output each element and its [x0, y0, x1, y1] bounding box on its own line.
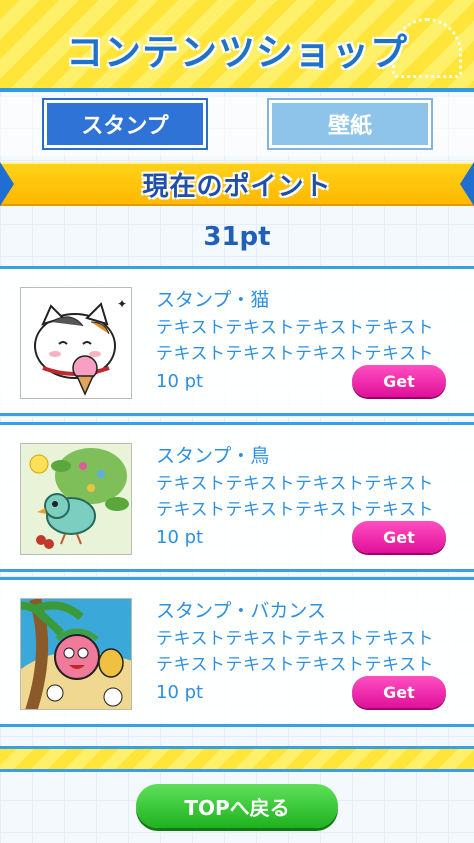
item-price: 10 pt [156, 682, 204, 703]
get-button[interactable]: Get [352, 521, 446, 553]
item-price: 10 pt [156, 371, 204, 392]
points-banner: 現在のポイント [0, 158, 474, 208]
item-description-line1: テキストテキストテキストテキスト [156, 474, 434, 494]
get-button[interactable]: Get [352, 365, 446, 397]
bird-sticker-icon [20, 443, 132, 555]
item-name: スタンプ・猫 [156, 289, 270, 311]
tab-wallpaper[interactable]: 壁紙 [267, 98, 433, 150]
item-name: スタンプ・バカンス [156, 600, 327, 622]
item-description-line2: テキストテキストテキストテキスト [156, 344, 434, 364]
svg-text:✦: ✦ [117, 297, 127, 311]
page-title: コンテンツショップ [66, 31, 408, 74]
tab-bar: スタンプ 壁紙 [0, 96, 474, 156]
back-to-top-button[interactable]: TOPへ戻る [136, 784, 338, 828]
list-item-bird: スタンプ・鳥 テキストテキストテキストテキスト テキストテキストテキストテキスト… [0, 422, 474, 572]
item-description-line2: テキストテキストテキストテキスト [156, 655, 434, 675]
cat-icecream-sticker-icon: ✦ [20, 287, 132, 399]
vacation-sticker-icon [20, 598, 132, 710]
item-price: 10 pt [156, 527, 204, 548]
points-value: 31pt [203, 222, 271, 252]
item-name: スタンプ・鳥 [156, 445, 270, 467]
tab-stamp[interactable]: スタンプ [42, 98, 208, 150]
header: コンテンツショップ [0, 0, 474, 92]
list-item-cat: ✦ スタンプ・猫 テキストテキストテキストテキスト テキストテキストテキストテキ… [0, 266, 474, 416]
list-item-vacation: スタンプ・バカンス テキストテキストテキストテキスト テキストテキストテキストテ… [0, 577, 474, 727]
item-description-line1: テキストテキストテキストテキスト [156, 318, 434, 338]
footer-stripe [0, 746, 474, 772]
get-button[interactable]: Get [352, 676, 446, 708]
points-title: 現在のポイント [142, 172, 332, 202]
item-description-line1: テキストテキストテキストテキスト [156, 629, 434, 649]
item-description-line2: テキストテキストテキストテキスト [156, 500, 434, 520]
